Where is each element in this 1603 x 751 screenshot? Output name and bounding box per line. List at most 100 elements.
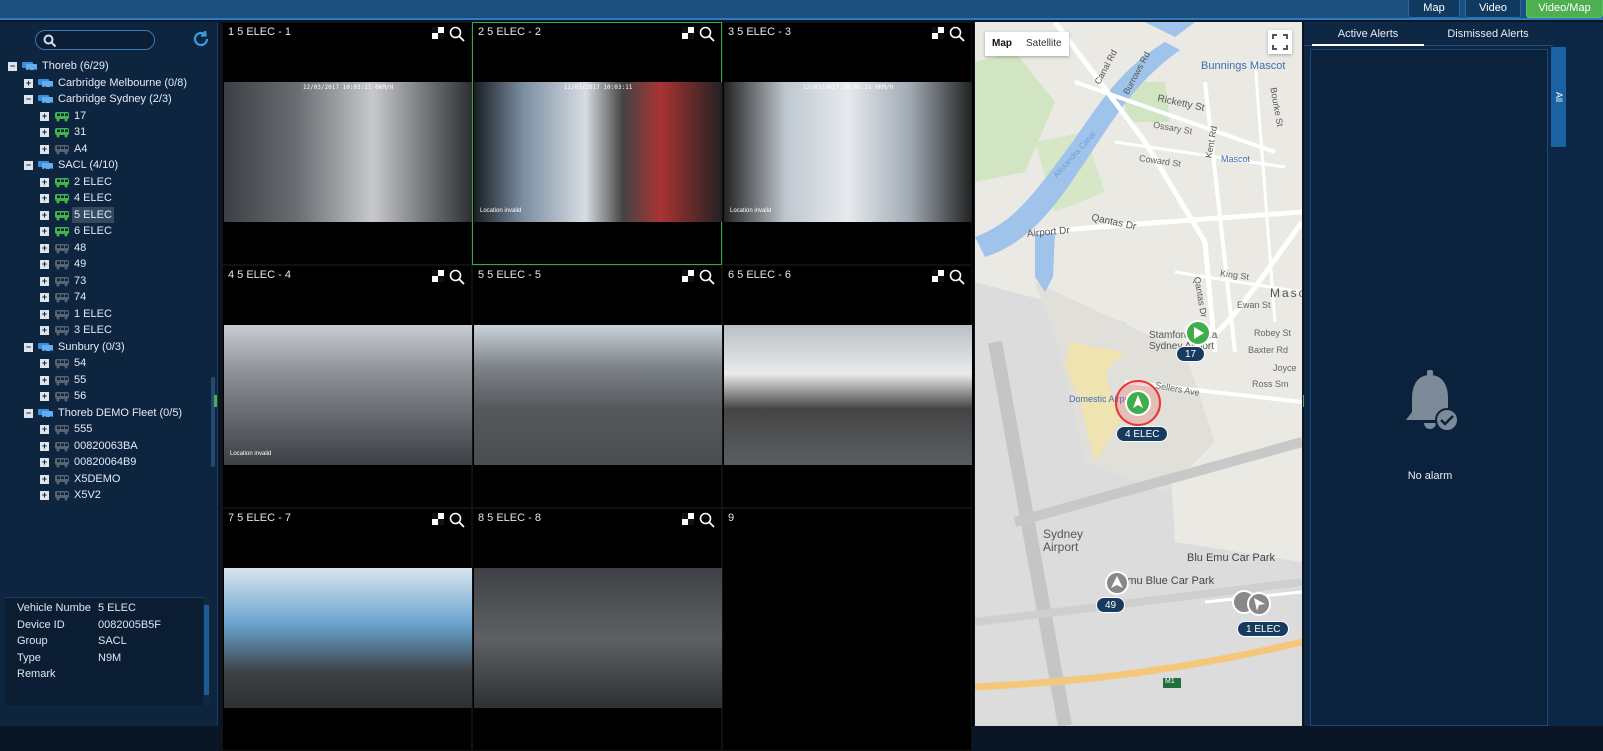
tree-group[interactable]: − Sunbury (0/3) <box>6 339 211 356</box>
video-feed[interactable] <box>224 568 472 708</box>
expand-toggle-icon[interactable]: − <box>8 62 17 71</box>
expand-toggle-icon[interactable]: + <box>40 392 49 401</box>
video-view-button[interactable]: Video <box>1465 0 1521 18</box>
tree-vehicle[interactable]: +00820063BA <box>6 438 211 455</box>
expand-toggle-icon[interactable]: + <box>40 111 49 121</box>
tree-vehicle[interactable]: +1 ELEC <box>6 306 211 323</box>
tree-vehicle[interactable]: +54 <box>6 355 211 372</box>
snapshot-icon[interactable] <box>681 269 695 283</box>
expand-toggle-icon[interactable]: + <box>40 177 49 187</box>
zoom-icon[interactable] <box>449 512 465 528</box>
tab-dismissed-alerts[interactable]: Dismissed Alerts <box>1432 22 1544 46</box>
vehicle-marker-icon[interactable] <box>1105 571 1129 595</box>
vehicle-marker-label[interactable]: 1 ELEC <box>1237 621 1290 637</box>
tree-vehicle[interactable]: +74 <box>6 289 211 306</box>
video-feed[interactable] <box>474 568 722 708</box>
expand-toggle-icon[interactable]: + <box>40 359 49 368</box>
expand-toggle-icon[interactable]: + <box>40 243 49 253</box>
expand-toggle-icon[interactable]: + <box>40 458 49 467</box>
vehicle-marker-icon[interactable] <box>1185 320 1211 346</box>
tree-vehicle[interactable]: +555 <box>6 421 211 438</box>
video-cell[interactable]: 2 5 ELEC - 2 12/03/2017 10:03:11 Location … <box>472 22 722 265</box>
snapshot-icon[interactable] <box>431 26 445 40</box>
tree-vehicle[interactable]: + X5V2 <box>6 487 211 504</box>
snapshot-icon[interactable] <box>431 512 445 526</box>
zoom-icon[interactable] <box>699 26 715 42</box>
tree-vehicle[interactable]: +00820064B9 <box>6 454 211 471</box>
zoom-icon[interactable] <box>699 512 715 528</box>
zoom-icon[interactable] <box>449 26 465 42</box>
left-panel-collapse-handle[interactable] <box>214 395 217 407</box>
expand-toggle-icon[interactable]: + <box>40 293 49 302</box>
tab-active-alerts[interactable]: Active Alerts <box>1312 22 1424 46</box>
tree-vehicle[interactable]: +6 ELEC <box>6 223 211 240</box>
tree-vehicle[interactable]: +73 <box>6 273 211 290</box>
expand-toggle-icon[interactable]: − <box>24 95 33 104</box>
expand-toggle-icon[interactable]: − <box>24 161 33 170</box>
expand-toggle-icon[interactable]: + <box>40 210 49 220</box>
expand-toggle-icon[interactable]: + <box>40 260 49 269</box>
expand-toggle-icon[interactable]: + <box>40 474 49 484</box>
fullscreen-button[interactable] <box>1268 30 1292 54</box>
video-cell[interactable]: 4 5 ELEC - 4 Location invalid <box>222 265 472 508</box>
map-tab-satellite[interactable]: Satellite <box>1019 32 1069 56</box>
video-cell[interactable]: 6 5 ELEC - 6 <box>722 265 972 508</box>
expand-toggle-icon[interactable]: + <box>40 276 49 286</box>
snapshot-icon[interactable] <box>931 269 945 283</box>
vehicle-marker-label[interactable]: 4 ELEC <box>1116 426 1169 442</box>
expand-toggle-icon[interactable]: + <box>24 78 33 88</box>
alarm-marker-icon[interactable] <box>1114 379 1162 427</box>
search-input[interactable] <box>35 30 155 50</box>
side-tab-all[interactable]: All <box>1551 47 1566 147</box>
snapshot-icon[interactable] <box>431 269 445 283</box>
expand-toggle-icon[interactable]: + <box>40 441 49 451</box>
vehicle-marker-label[interactable]: 17 <box>1176 346 1206 362</box>
tree-vehicle[interactable]: +55 <box>6 372 211 389</box>
video-feed[interactable] <box>474 325 722 465</box>
expand-toggle-icon[interactable]: + <box>40 144 49 154</box>
zoom-icon[interactable] <box>699 269 715 285</box>
tree-vehicle[interactable]: +49 <box>6 256 211 273</box>
info-scrollbar[interactable] <box>203 597 210 705</box>
video-cell[interactable]: 5 5 ELEC - 5 <box>472 265 722 508</box>
expand-toggle-icon[interactable]: + <box>40 326 49 335</box>
map-tab-map[interactable]: Map <box>985 32 1019 56</box>
video-cell[interactable]: 7 5 ELEC - 7 <box>222 508 472 751</box>
video-map-view-button[interactable]: Video/Map <box>1526 0 1603 18</box>
snapshot-icon[interactable] <box>681 512 695 526</box>
tree-group[interactable]: − Thoreb (6/29) <box>6 58 211 75</box>
tree-vehicle[interactable]: +2 ELEC <box>6 174 211 191</box>
tree-vehicle[interactable]: +3 ELEC <box>6 322 211 339</box>
tree-group[interactable]: − Thoreb DEMO Fleet (0/5) <box>6 405 211 422</box>
snapshot-icon[interactable] <box>931 26 945 40</box>
video-feed[interactable] <box>724 325 972 465</box>
video-cell[interactable]: 8 5 ELEC - 8 <box>472 508 722 751</box>
tree-vehicle[interactable]: +31 <box>6 124 211 141</box>
map-panel[interactable]: Bunnings Mascot Ricketty St Ossary St Co… <box>975 22 1302 726</box>
expand-toggle-icon[interactable]: + <box>40 128 49 137</box>
video-cell[interactable]: 3 5 ELEC - 3 12/03/2017 10:03:11 0KM/H Loc… <box>722 22 972 265</box>
expand-toggle-icon[interactable]: − <box>24 408 33 418</box>
tree-vehicle[interactable]: +56 <box>6 388 211 405</box>
refresh-icon[interactable] <box>192 30 210 48</box>
tree-vehicle[interactable]: +48 <box>6 240 211 257</box>
video-feed[interactable]: 12/03/2017 10:03:11 0KM/H <box>224 82 472 222</box>
map-view-button[interactable]: Map <box>1408 0 1460 18</box>
expand-toggle-icon[interactable]: + <box>40 227 49 236</box>
tree-group[interactable]: + Carbridge Melbourne (0/8) <box>6 75 211 92</box>
video-feed[interactable]: 12/03/2017 10:03:11 0KM/H Location invali… <box>724 82 972 222</box>
expand-toggle-icon[interactable]: + <box>40 491 49 500</box>
zoom-icon[interactable] <box>449 269 465 285</box>
expand-toggle-icon[interactable]: + <box>40 194 49 203</box>
tree-vehicle[interactable]: +5 ELEC <box>6 206 211 223</box>
expand-toggle-icon[interactable]: + <box>40 309 49 319</box>
expand-toggle-icon[interactable]: + <box>40 425 49 434</box>
expand-toggle-icon[interactable]: + <box>40 375 49 385</box>
zoom-icon[interactable] <box>949 26 965 42</box>
vehicle-marker-label[interactable]: 49 <box>1096 597 1126 613</box>
video-feed[interactable]: 12/03/2017 10:03:11 Location invalid <box>474 82 722 222</box>
zoom-icon[interactable] <box>949 269 965 285</box>
tree-group[interactable]: − Carbridge Sydney (2/3) <box>6 91 211 108</box>
video-cell[interactable]: 1 5 ELEC - 1 12/03/2017 10:03:11 0KM/H <box>222 22 472 265</box>
tree-vehicle[interactable]: +4 ELEC <box>6 190 211 207</box>
